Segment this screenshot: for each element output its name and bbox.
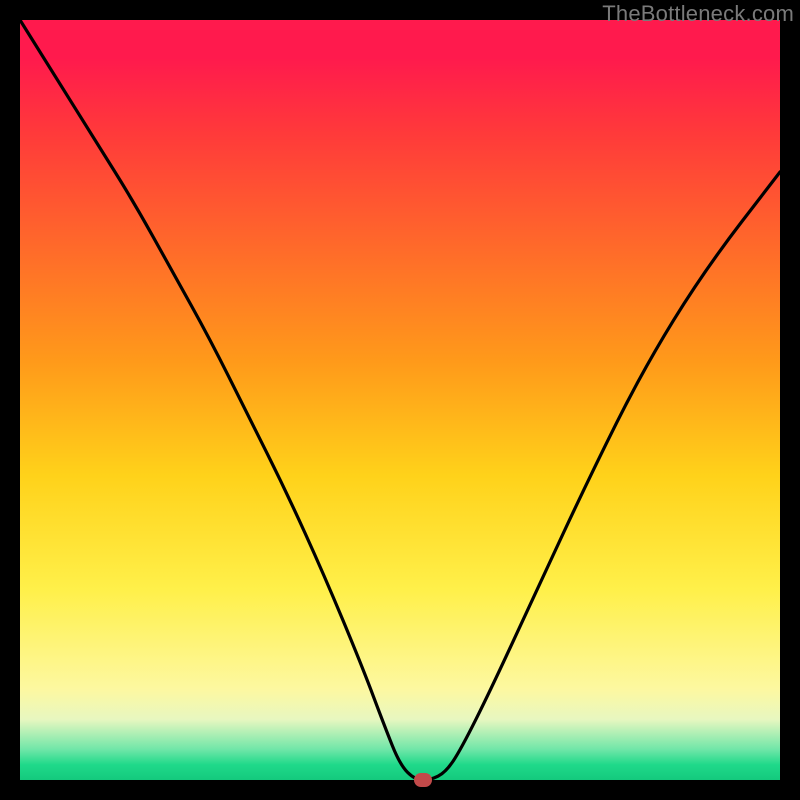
watermark-text: TheBottleneck.com	[602, 1, 794, 27]
optimal-marker	[414, 773, 432, 787]
chart-frame: TheBottleneck.com	[0, 0, 800, 800]
bottleneck-curve	[20, 20, 780, 780]
